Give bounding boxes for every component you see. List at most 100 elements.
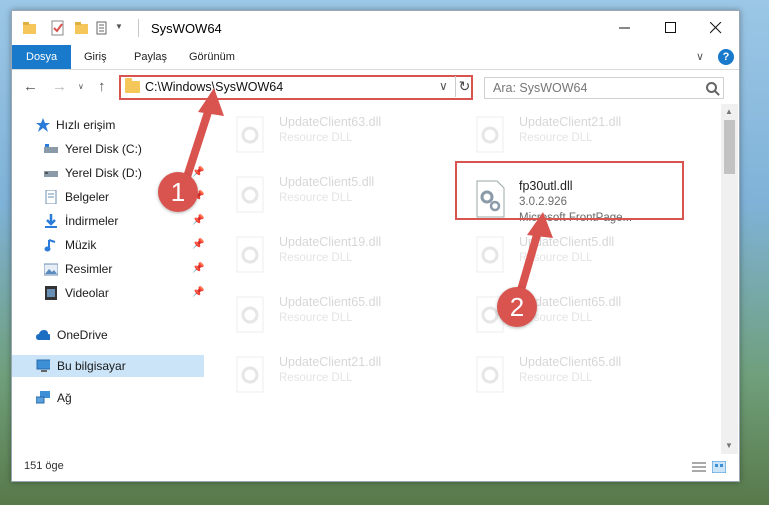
list-item[interactable]: UpdateClient65.dll Resource DLL <box>474 351 704 401</box>
status-bar: 151 öge <box>12 454 739 481</box>
file-description: Resource DLL <box>279 192 353 204</box>
qa-dropdown-icon[interactable]: ▼ <box>115 22 123 38</box>
dll-file-icon <box>476 116 504 153</box>
scroll-down-arrow-icon[interactable]: ▼ <box>725 441 733 450</box>
sidebar-item-videos[interactable]: Videolar 📌 <box>12 282 204 304</box>
sidebar-item-this-pc[interactable]: Bu bilgisayar <box>12 355 204 377</box>
forward-arrow-icon[interactable]: → <box>52 78 67 95</box>
sidebar-item-label: Resimler <box>65 262 113 276</box>
list-item-fp30utl[interactable]: fp30utl.dll 3.0.2.926 Microsoft FrontPag… <box>474 175 704 225</box>
list-item[interactable]: UpdateClient65.dll Resource DLL <box>474 291 704 341</box>
sidebar-item-label: Yerel Disk (C:) <box>65 142 142 156</box>
dll-file-icon <box>236 236 264 273</box>
pin-icon[interactable]: 📌 <box>192 239 204 250</box>
file-list: UpdateClient63.dll Resource DLL UpdateCl… <box>224 104 721 454</box>
tab-gorunum[interactable]: Görünüm <box>189 45 235 69</box>
sidebar-item-label: Yerel Disk (D:) <box>65 166 142 180</box>
sidebar-item-downloads[interactable]: İndirmeler 📌 <box>12 210 204 232</box>
list-item[interactable]: UpdateClient21.dll Resource DLL <box>234 351 464 401</box>
dll-file-icon <box>476 180 505 218</box>
file-name: UpdateClient21.dll <box>279 355 382 369</box>
sidebar-item-quick-access[interactable]: Hızlı erişim <box>12 114 204 136</box>
title-separator <box>138 19 139 37</box>
list-item[interactable]: UpdateClient5.dll Resource DLL <box>474 231 704 281</box>
pictures-icon <box>44 263 58 276</box>
close-icon <box>710 22 722 34</box>
sidebar-item-onedrive[interactable]: OneDrive <box>12 324 204 346</box>
scroll-up-arrow-icon[interactable]: ▲ <box>725 107 733 116</box>
folder-icon <box>23 22 36 34</box>
pin-icon[interactable]: 📌 <box>192 263 204 274</box>
vertical-scrollbar[interactable]: ▲ ▼ <box>721 104 738 454</box>
file-description: Resource DLL <box>279 372 353 384</box>
list-item[interactable]: UpdateClient63.dll Resource DLL <box>234 111 464 161</box>
explorer-window: ▼ SysWOW64 Dosya Giriş Paylaş Görünüm ∨ … <box>11 10 740 482</box>
minimize-button[interactable] <box>602 11 648 45</box>
pin-icon[interactable]: 📌 <box>192 191 204 202</box>
back-arrow-icon[interactable]: ← <box>23 78 38 95</box>
item-count: 151 öge <box>24 460 64 472</box>
drive-icon <box>44 171 58 177</box>
list-item[interactable]: UpdateClient19.dll Resource DLL <box>234 231 464 281</box>
sidebar-item-local-disk-c[interactable]: Yerel Disk (C:) <box>12 138 204 160</box>
sidebar-item-label: Müzik <box>65 238 97 252</box>
list-item[interactable]: UpdateClient65.dll Resource DLL <box>234 291 464 341</box>
sidebar-item-label: Ağ <box>57 391 72 405</box>
file-description: Resource DLL <box>279 312 353 324</box>
refresh-icon[interactable]: ↻ <box>455 76 473 97</box>
file-name: UpdateClient65.dll <box>519 355 622 369</box>
recent-locations-chevron-icon[interactable]: ∨ <box>78 82 84 91</box>
close-button[interactable] <box>693 11 739 45</box>
address-bar[interactable]: C:\Windows\SysWOW64 ∨ ↻ <box>119 75 473 100</box>
tab-giris[interactable]: Giriş <box>84 45 107 69</box>
file-version: 3.0.2.926 <box>519 196 567 208</box>
sidebar-item-local-disk-d[interactable]: Yerel Disk (D:) 📌 <box>12 162 204 184</box>
minimize-icon <box>619 27 630 29</box>
large-icons-view-icon[interactable] <box>712 461 726 473</box>
maximize-button[interactable] <box>648 11 694 45</box>
search-input[interactable]: Ara: SysWOW64 <box>484 77 724 99</box>
file-name: UpdateClient63.dll <box>279 115 382 129</box>
dll-file-icon <box>236 176 264 213</box>
help-icon[interactable]: ? <box>718 49 734 65</box>
tab-paylas[interactable]: Paylaş <box>134 45 167 69</box>
list-item[interactable]: UpdateClient5.dll Resource DLL <box>234 171 464 221</box>
folder-icon <box>125 78 140 93</box>
file-description: Resource DLL <box>519 132 593 144</box>
search-icon[interactable] <box>706 82 717 93</box>
address-dropdown-icon[interactable]: ∨ <box>439 79 448 93</box>
music-icon <box>44 239 56 252</box>
file-name: UpdateClient5.dll <box>519 235 615 249</box>
up-arrow-icon[interactable]: ↑ <box>98 78 106 95</box>
file-name: fp30utl.dll <box>519 179 573 193</box>
file-description: Resource DLL <box>519 372 593 384</box>
tab-dosya[interactable]: Dosya <box>12 45 72 69</box>
pin-icon[interactable]: 📌 <box>192 167 204 178</box>
sidebar-item-music[interactable]: Müzik 📌 <box>12 234 204 256</box>
address-path[interactable]: C:\Windows\SysWOW64 <box>145 80 283 94</box>
file-name: UpdateClient21.dll <box>519 115 622 129</box>
new-folder-icon[interactable] <box>74 20 90 36</box>
pin-icon[interactable]: 📌 <box>192 287 204 298</box>
sidebar-item-documents[interactable]: Belgeler 📌 <box>12 186 204 208</box>
navigation-pane: Hızlı erişim Yerel Disk (C:) Yerel Disk … <box>12 104 208 454</box>
dll-file-icon <box>236 116 264 153</box>
star-icon <box>36 118 50 132</box>
properties-icon[interactable] <box>50 20 66 36</box>
customize-toolbar-icon[interactable] <box>96 20 112 36</box>
expand-ribbon-chevron-icon[interactable]: ∨ <box>696 50 704 63</box>
documents-icon <box>45 190 57 204</box>
file-description: Microsoft FrontPage... <box>519 212 633 224</box>
file-description: Resource DLL <box>279 252 353 264</box>
list-item[interactable]: UpdateClient21.dll Resource DLL <box>474 111 704 161</box>
file-name: UpdateClient19.dll <box>279 235 382 249</box>
sidebar-item-pictures[interactable]: Resimler 📌 <box>12 258 204 280</box>
sidebar-item-network[interactable]: Ağ <box>12 387 204 409</box>
pin-icon[interactable]: 📌 <box>192 215 204 226</box>
details-view-icon[interactable] <box>692 461 706 473</box>
navigation-bar: ← → ∨ ↑ C:\Windows\SysWOW64 ∨ ↻ Ara: Sys… <box>12 70 739 104</box>
window-title: SysWOW64 <box>151 21 222 36</box>
sidebar-item-label: Bu bilgisayar <box>57 359 126 373</box>
scrollbar-thumb[interactable] <box>724 120 735 174</box>
dll-file-icon <box>476 296 504 333</box>
